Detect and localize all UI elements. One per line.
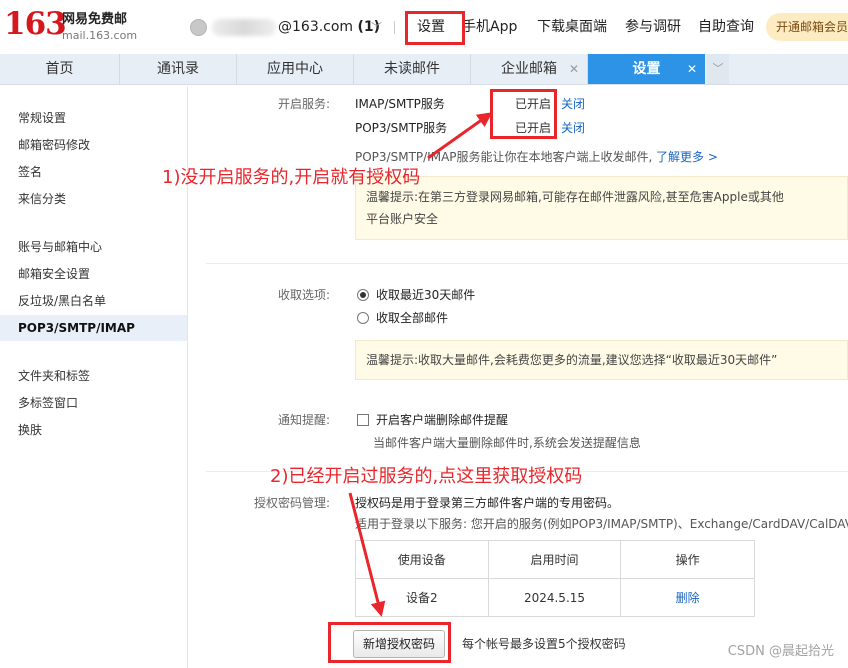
notify-label: 通知提醒: <box>277 413 330 427</box>
section-divider <box>206 263 848 264</box>
vip-upgrade-button[interactable]: 开通邮箱会员 <box>766 13 848 41</box>
receive-30-days-radio[interactable] <box>357 289 369 301</box>
chevron-down-icon[interactable]: ﹀ <box>707 54 729 84</box>
security-tip-line2: 平台账户安全 <box>366 212 439 226</box>
close-icon[interactable]: ✕ <box>569 54 579 84</box>
delete-link[interactable]: 删除 <box>676 591 700 605</box>
table-header-row: 使用设备 启用时间 操作 <box>355 540 755 579</box>
sidebar-item-mail-filter[interactable]: 来信分类 <box>0 186 187 212</box>
highlight-status-box <box>490 89 557 139</box>
sidebar-item-pop3-smtp-imap[interactable]: POP3/SMTP/IMAP <box>0 315 187 341</box>
security-tip-line1: 温馨提示:在第三方登录网易邮箱,可能存在邮件泄露风险,甚至危害Apple或其他 <box>366 190 784 204</box>
auth-code-description: 授权码是用于登录第三方邮件客户端的专用密码。 <box>355 496 620 510</box>
self-service-link[interactable]: 自助查询 <box>698 17 754 37</box>
tab-label: 设置 <box>632 61 661 77</box>
column-header: 操作 <box>620 540 755 579</box>
tab-label: 未读邮件 <box>384 61 440 77</box>
tab-settings[interactable]: 设置 ✕ <box>588 54 705 84</box>
enabled-time-cell: 2024.5.15 <box>487 578 622 617</box>
service-close-link[interactable]: 关闭 <box>561 95 585 113</box>
tab-home[interactable]: 首页 <box>0 54 120 84</box>
tab-label: 应用中心 <box>267 61 323 77</box>
chevron-down-icon[interactable]: ﹀ <box>371 18 382 38</box>
receive-all-label[interactable]: 收取全部邮件 <box>376 309 448 327</box>
delete-alert-checkbox[interactable] <box>357 414 369 426</box>
logo-title: 网易免费邮 <box>62 12 128 27</box>
mobile-app-link[interactable]: 手机App <box>462 17 517 37</box>
survey-link[interactable]: 参与调研 <box>625 17 681 37</box>
sidebar-item-general[interactable]: 常规设置 <box>0 105 187 131</box>
sidebar-item-multi-tab[interactable]: 多标签窗口 <box>0 390 187 416</box>
auth-limit-note: 每个帐号最多设置5个授权密码 <box>462 637 626 651</box>
logo-domain: mail.163.com <box>62 29 138 42</box>
service-name: POP3/SMTP服务 <box>355 121 448 135</box>
account-email[interactable]: @163.com (1) <box>278 17 380 37</box>
traffic-tip-text: 温馨提示:收取大量邮件,会耗费您更多的流量,建议您选择“收取最近30天邮件” <box>366 353 778 367</box>
tab-app-center[interactable]: 应用中心 <box>237 54 354 84</box>
sidebar-item-skin[interactable]: 换肤 <box>0 417 187 443</box>
avatar[interactable] <box>190 19 207 36</box>
sidebar-item-security[interactable]: 邮箱安全设置 <box>0 261 187 287</box>
header-divider <box>394 21 395 34</box>
action-cell: 删除 <box>620 578 755 617</box>
receive-all-radio[interactable] <box>357 312 369 324</box>
tab-contacts[interactable]: 通讯录 <box>120 54 237 84</box>
download-desktop-link[interactable]: 下载桌面端 <box>537 17 607 37</box>
auth-code-label: 授权密码管理: <box>253 496 330 510</box>
highlight-settings-box <box>405 11 465 45</box>
tab-label: 企业邮箱 <box>501 61 557 77</box>
traffic-tip-box: 温馨提示:收取大量邮件,会耗费您更多的流量,建议您选择“收取最近30天邮件” <box>355 340 848 380</box>
services-description: POP3/SMTP/IMAP服务能让你在本地客户端上收发邮件, <box>355 150 653 164</box>
sidebar-item-folders[interactable]: 文件夹和标签 <box>0 363 187 389</box>
tab-enterprise-mail[interactable]: 企业邮箱 ✕ <box>471 54 588 84</box>
service-close-link[interactable]: 关闭 <box>561 119 585 137</box>
sidebar-item-account-center[interactable]: 账号与邮箱中心 <box>0 234 187 260</box>
tab-unread[interactable]: 未读邮件 <box>354 54 471 84</box>
tab-label: 首页 <box>45 61 74 77</box>
auth-devices-table: 使用设备 启用时间 操作 设备2 2024.5.15 删除 <box>355 540 755 617</box>
sidebar-item-signature[interactable]: 签名 <box>0 159 187 185</box>
table-row: 设备2 2024.5.15 删除 <box>355 578 755 617</box>
receive-options-label: 收取选项: <box>277 288 330 302</box>
tab-bar: 首页 通讯录 应用中心 未读邮件 企业邮箱 ✕ 设置 ✕ ﹀ <box>0 54 848 85</box>
column-header: 启用时间 <box>487 540 622 579</box>
security-tip-box: 温馨提示:在第三方登录网易邮箱,可能存在邮件泄露风险,甚至危害Apple或其他 … <box>355 176 848 240</box>
blurred-email-username <box>212 19 276 36</box>
watermark: CSDN @晨起拾光 <box>727 644 834 659</box>
service-name: IMAP/SMTP服务 <box>355 97 445 111</box>
annotation-note-2: 2)已经开启过服务的,点这里获取授权码 <box>270 466 583 487</box>
account-email-suffix: @163.com <box>278 19 354 35</box>
sidebar-item-spam[interactable]: 反垃圾/黑白名单 <box>0 288 187 314</box>
sidebar-item-password[interactable]: 邮箱密码修改 <box>0 132 187 158</box>
logo-163[interactable]: 163 <box>4 6 67 42</box>
settings-sidebar: 常规设置 邮箱密码修改 签名 来信分类 账号与邮箱中心 邮箱安全设置 反垃圾/黑… <box>0 86 188 668</box>
services-label: 开启服务: <box>277 97 330 111</box>
auth-code-scope: 适用于登录以下服务: 您开启的服务(例如POP3/IMAP/SMTP)、Exch… <box>355 517 848 531</box>
close-icon[interactable]: ✕ <box>687 54 697 84</box>
learn-more-link[interactable]: 了解更多 > <box>656 148 718 166</box>
delete-alert-description: 当邮件客户端大量删除邮件时,系统会发送提醒信息 <box>373 436 641 450</box>
device-name-cell: 设备2 <box>355 578 489 617</box>
column-header: 使用设备 <box>355 540 489 579</box>
highlight-add-button-box <box>328 622 451 663</box>
tab-label: 通讯录 <box>157 61 199 77</box>
receive-30-days-label[interactable]: 收取最近30天邮件 <box>376 286 475 304</box>
delete-alert-label[interactable]: 开启客户端删除邮件提醒 <box>376 411 508 429</box>
annotation-note-1: 1)没开启服务的,开启就有授权码 <box>162 167 421 188</box>
